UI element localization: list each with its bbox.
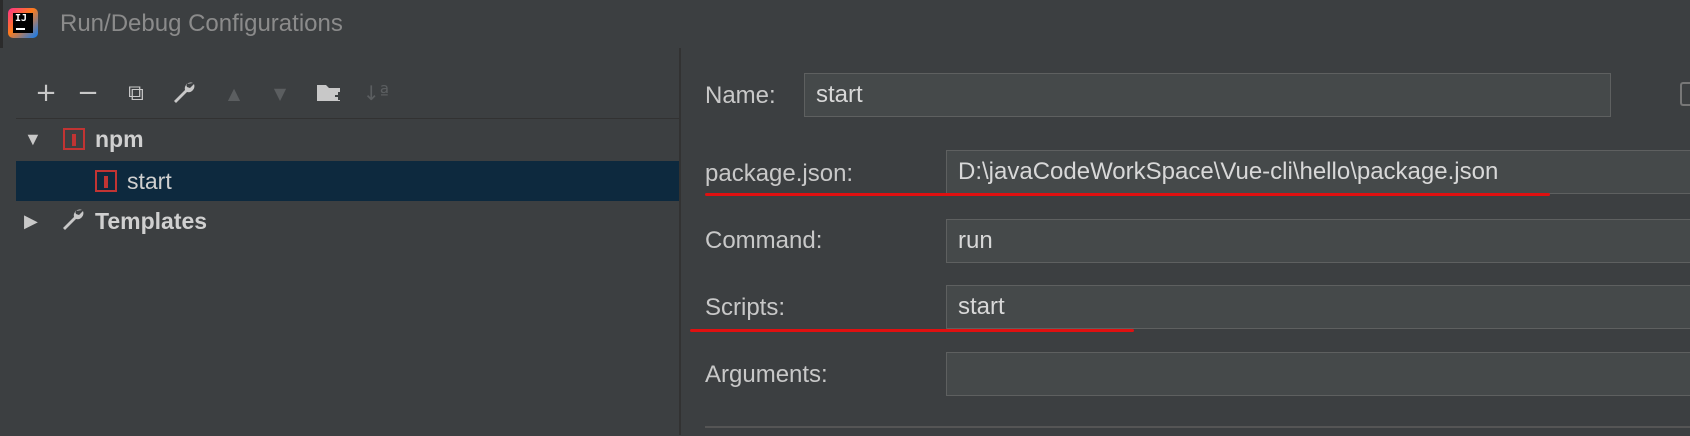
arguments-field[interactable] <box>946 352 1690 396</box>
remove-icon[interactable]: − <box>68 66 108 120</box>
tree-item-templates[interactable]: ▶ Templates <box>16 201 679 241</box>
tree-item-start[interactable]: start <box>16 161 679 201</box>
name-label: Name: <box>705 82 776 109</box>
move-down-icon[interactable]: ▼ <box>260 66 300 120</box>
npm-icon <box>63 128 85 150</box>
sort-icon[interactable]: ↓ª <box>356 66 396 120</box>
name-field[interactable]: start <box>804 73 1611 117</box>
window-title: Run/Debug Configurations <box>60 10 343 37</box>
command-field[interactable]: run <box>946 219 1690 263</box>
package-json-field[interactable]: D:\javaCodeWorkSpace\Vue-cli\hello\packa… <box>946 150 1690 194</box>
share-checkbox[interactable] <box>1680 82 1690 106</box>
wrench-glyph <box>174 82 195 103</box>
new-folder-icon[interactable] <box>310 66 350 120</box>
tree-item-label: Templates <box>95 207 208 234</box>
tree-item-label: npm <box>95 125 144 152</box>
move-up-icon[interactable]: ▲ <box>214 66 254 120</box>
tree-item-label: start <box>127 167 172 194</box>
intellij-logo-icon: IJ <box>8 8 38 38</box>
annotation-underline-scripts <box>690 329 1134 332</box>
title-bar: IJ Run/Debug Configurations <box>0 0 1690 48</box>
wrench-icon <box>60 207 86 240</box>
tree-item-npm[interactable]: ▼ npm <box>16 119 679 159</box>
expand-arrow-icon[interactable]: ▼ <box>24 129 42 150</box>
annotation-underline-package-json <box>705 193 1550 196</box>
configurations-tree: ▼ npm start ▶ Templates <box>16 118 679 436</box>
wrench-glyph <box>63 209 84 230</box>
form-separator <box>705 426 1690 428</box>
npm-icon <box>95 170 117 192</box>
wrench-icon[interactable] <box>164 66 204 120</box>
arguments-label: Arguments: <box>705 361 828 388</box>
scripts-label: Scripts: <box>705 294 786 321</box>
folder-glyph <box>317 85 343 101</box>
package-json-label: package.json: <box>705 160 854 187</box>
panel-splitter[interactable] <box>679 48 681 435</box>
add-icon[interactable]: + <box>26 66 66 120</box>
command-label: Command: <box>705 227 823 254</box>
collapse-arrow-icon[interactable]: ▶ <box>24 211 38 232</box>
copy-icon[interactable]: ⧉ <box>116 66 156 120</box>
scripts-field[interactable]: start <box>946 285 1690 329</box>
